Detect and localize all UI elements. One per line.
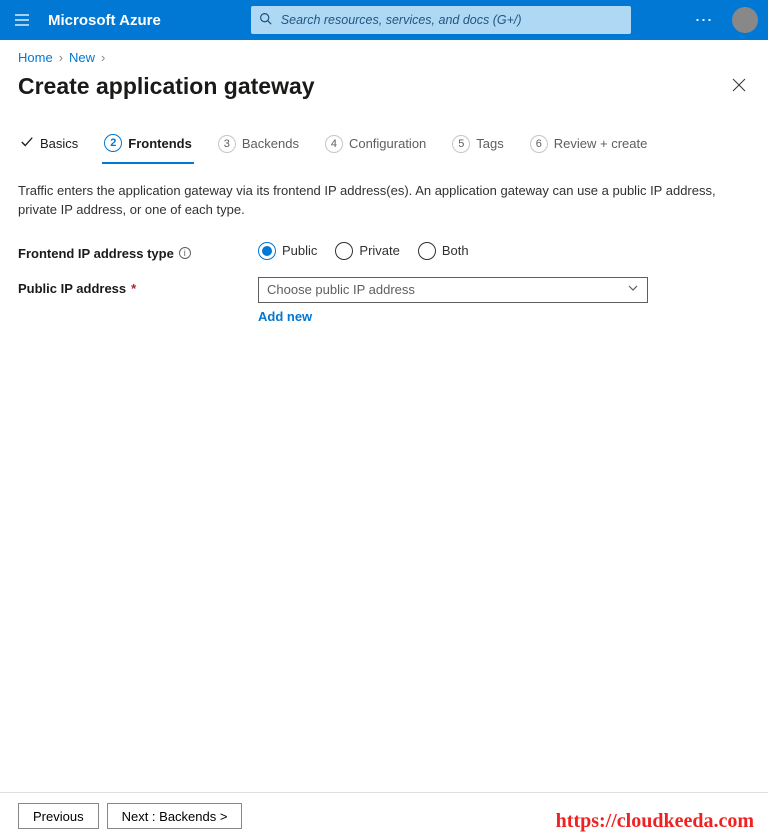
label-text: Public IP address <box>18 281 126 296</box>
wizard-step-label: Configuration <box>349 136 426 151</box>
chevron-down-icon <box>627 282 639 297</box>
radio-private[interactable]: Private <box>335 242 399 260</box>
topbar-right: ⋯ <box>684 0 760 40</box>
wizard-step-label: Frontends <box>128 136 192 151</box>
form-row-public-ip: Public IP address * Choose public IP add… <box>18 277 750 324</box>
wizard-step-configuration[interactable]: 4 Configuration <box>323 129 428 163</box>
close-button[interactable] <box>728 74 750 99</box>
radio-public[interactable]: Public <box>258 242 317 260</box>
breadcrumb-new[interactable]: New <box>69 50 95 65</box>
wizard-step-frontends[interactable]: 2 Frontends <box>102 128 194 164</box>
chevron-right-icon: › <box>59 50 63 65</box>
wizard-step-backends[interactable]: 3 Backends <box>216 129 301 163</box>
ellipsis-icon: ⋯ <box>695 10 714 31</box>
search-icon <box>259 12 272 28</box>
avatar[interactable] <box>732 7 758 33</box>
radio-both[interactable]: Both <box>418 242 469 260</box>
wizard-step-tags[interactable]: 5 Tags <box>450 129 505 163</box>
radio-label: Public <box>282 243 317 258</box>
radio-label: Private <box>359 243 399 258</box>
radio-label: Both <box>442 243 469 258</box>
step-number-badge: 3 <box>218 135 236 153</box>
public-ip-select[interactable]: Choose public IP address <box>258 277 648 303</box>
wizard-steps: Basics 2 Frontends 3 Backends 4 Configur… <box>18 128 750 164</box>
ip-type-control: Public Private Both <box>258 242 750 260</box>
brand-label: Microsoft Azure <box>48 12 161 29</box>
select-value: Choose public IP address <box>267 282 415 297</box>
step-number-badge: 5 <box>452 135 470 153</box>
top-bar: Microsoft Azure ⋯ <box>0 0 768 40</box>
search-container <box>251 6 631 34</box>
hamburger-icon <box>14 12 30 28</box>
info-icon[interactable]: i <box>179 247 191 259</box>
required-asterisk: * <box>131 281 136 296</box>
page-header: Create application gateway <box>18 73 750 100</box>
form-row-ip-type: Frontend IP address type i Public Privat… <box>18 242 750 261</box>
step-number-badge: 6 <box>530 135 548 153</box>
step-number-badge: 4 <box>325 135 343 153</box>
more-button[interactable]: ⋯ <box>684 0 724 40</box>
radio-icon <box>418 242 436 260</box>
search-input[interactable] <box>251 6 631 34</box>
wizard-step-label: Basics <box>40 136 78 151</box>
wizard-step-review[interactable]: 6 Review + create <box>528 129 650 163</box>
breadcrumb-home[interactable]: Home <box>18 50 53 65</box>
public-ip-label: Public IP address * <box>18 277 258 296</box>
content-area: Home › New › Create application gateway … <box>0 40 768 324</box>
check-icon <box>20 135 34 152</box>
wizard-step-label: Review + create <box>554 136 648 151</box>
close-icon <box>732 78 746 92</box>
label-text: Frontend IP address type <box>18 246 174 261</box>
add-new-link[interactable]: Add new <box>258 309 312 324</box>
wizard-step-label: Tags <box>476 136 503 151</box>
chevron-right-icon: › <box>101 50 105 65</box>
radio-group-ip-type: Public Private Both <box>258 242 750 260</box>
previous-button[interactable]: Previous <box>18 803 99 829</box>
public-ip-control: Choose public IP address Add new <box>258 277 750 324</box>
footer-bar: Previous Next : Backends > <box>0 792 768 839</box>
next-button[interactable]: Next : Backends > <box>107 803 243 829</box>
radio-icon <box>335 242 353 260</box>
hamburger-menu[interactable] <box>0 0 44 40</box>
wizard-step-label: Backends <box>242 136 299 151</box>
step-number-badge: 2 <box>104 134 122 152</box>
breadcrumb: Home › New › <box>18 50 750 65</box>
page-title: Create application gateway <box>18 73 315 100</box>
radio-icon <box>258 242 276 260</box>
description-text: Traffic enters the application gateway v… <box>18 182 738 220</box>
wizard-step-basics[interactable]: Basics <box>18 129 80 162</box>
ip-type-label: Frontend IP address type i <box>18 242 258 261</box>
